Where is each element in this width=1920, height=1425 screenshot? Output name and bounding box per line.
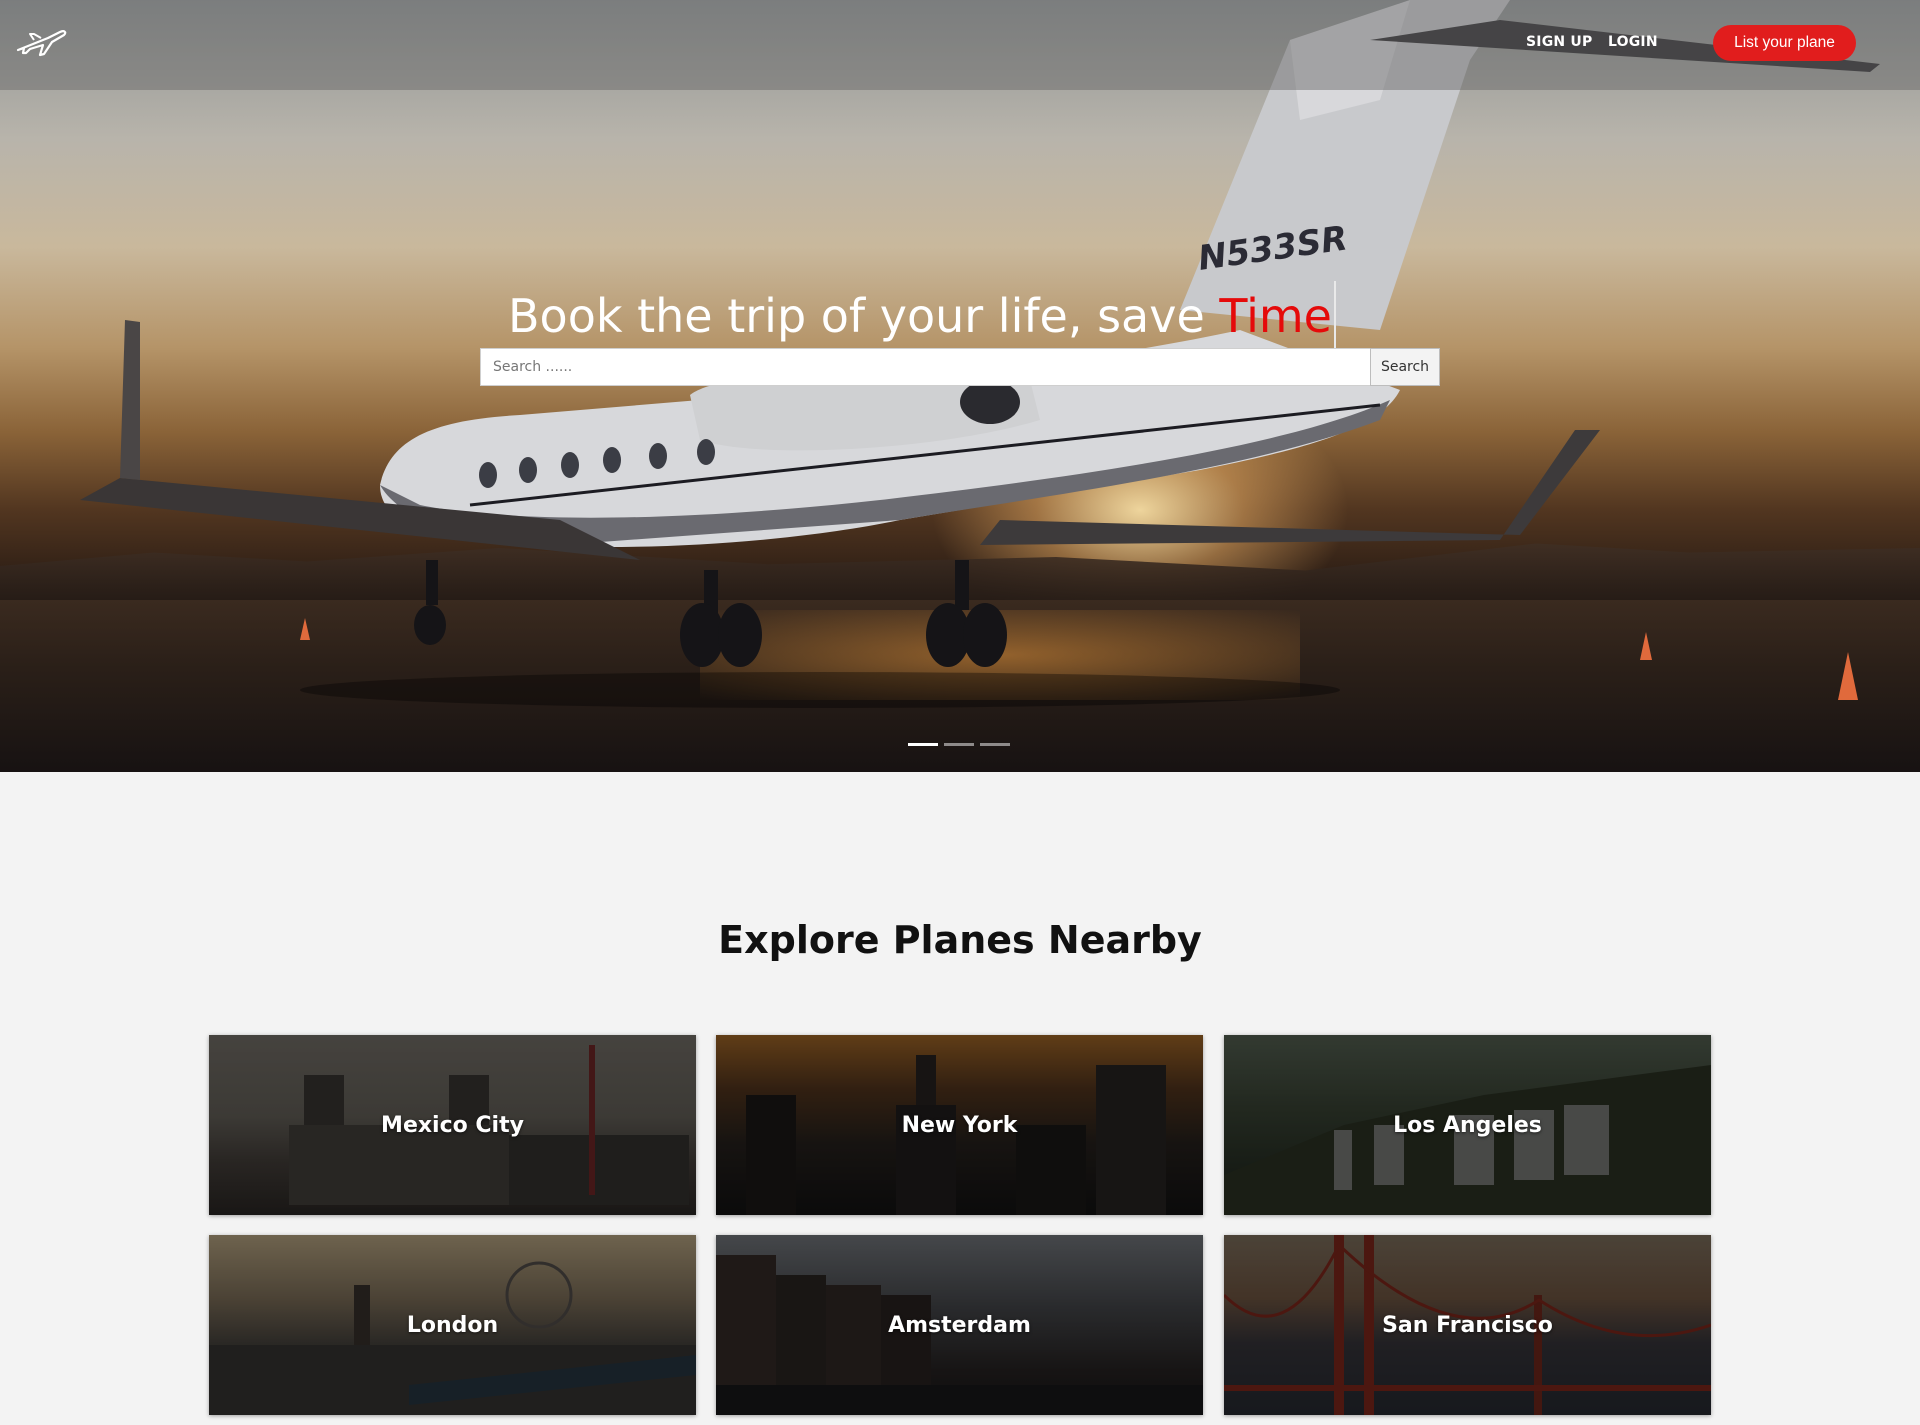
city-name: London xyxy=(406,1312,499,1338)
section-title: Explore Planes Nearby xyxy=(718,918,1202,962)
login-link[interactable]: LOGIN xyxy=(1608,34,1658,50)
city-name: San Francisco xyxy=(1382,1312,1553,1338)
typing-cursor xyxy=(1333,281,1336,351)
headline-text: Book the trip of your life, save xyxy=(508,289,1220,343)
sign-up-link[interactable]: SIGN UP xyxy=(1526,34,1592,50)
hero-headline: Book the trip of your life, save Time xyxy=(508,281,1336,351)
hero-carousel: N533SR SIGN UP LOGIN List your plane Boo… xyxy=(0,0,1920,772)
city-card-amsterdam[interactable]: Amsterdam xyxy=(716,1235,1203,1415)
city-card-san-francisco[interactable]: San Francisco xyxy=(1224,1235,1711,1415)
city-card-london[interactable]: London xyxy=(209,1235,696,1415)
jet-image: N533SR xyxy=(80,0,1880,708)
city-name: Mexico City xyxy=(381,1112,524,1138)
search-button[interactable]: Search xyxy=(1370,348,1440,386)
carousel-indicator-1[interactable] xyxy=(908,743,938,746)
city-name: Los Angeles xyxy=(1393,1112,1542,1138)
city-name: Amsterdam xyxy=(888,1312,1031,1338)
airplane-icon[interactable] xyxy=(14,26,68,60)
headline-accent-word: Time xyxy=(1219,289,1332,343)
city-card-mexico-city[interactable]: Mexico City xyxy=(209,1035,696,1215)
carousel-indicator-2[interactable] xyxy=(944,743,974,746)
navbar: SIGN UP LOGIN List your plane xyxy=(0,0,1920,90)
city-card-new-york[interactable]: New York xyxy=(716,1035,1203,1215)
search-input[interactable] xyxy=(480,348,1371,386)
city-card-los-angeles[interactable]: Los Angeles xyxy=(1224,1035,1711,1215)
list-your-plane-button[interactable]: List your plane xyxy=(1713,25,1856,61)
carousel-indicators xyxy=(908,743,1010,746)
carousel-indicator-3[interactable] xyxy=(980,743,1010,746)
city-name: New York xyxy=(901,1112,1018,1138)
